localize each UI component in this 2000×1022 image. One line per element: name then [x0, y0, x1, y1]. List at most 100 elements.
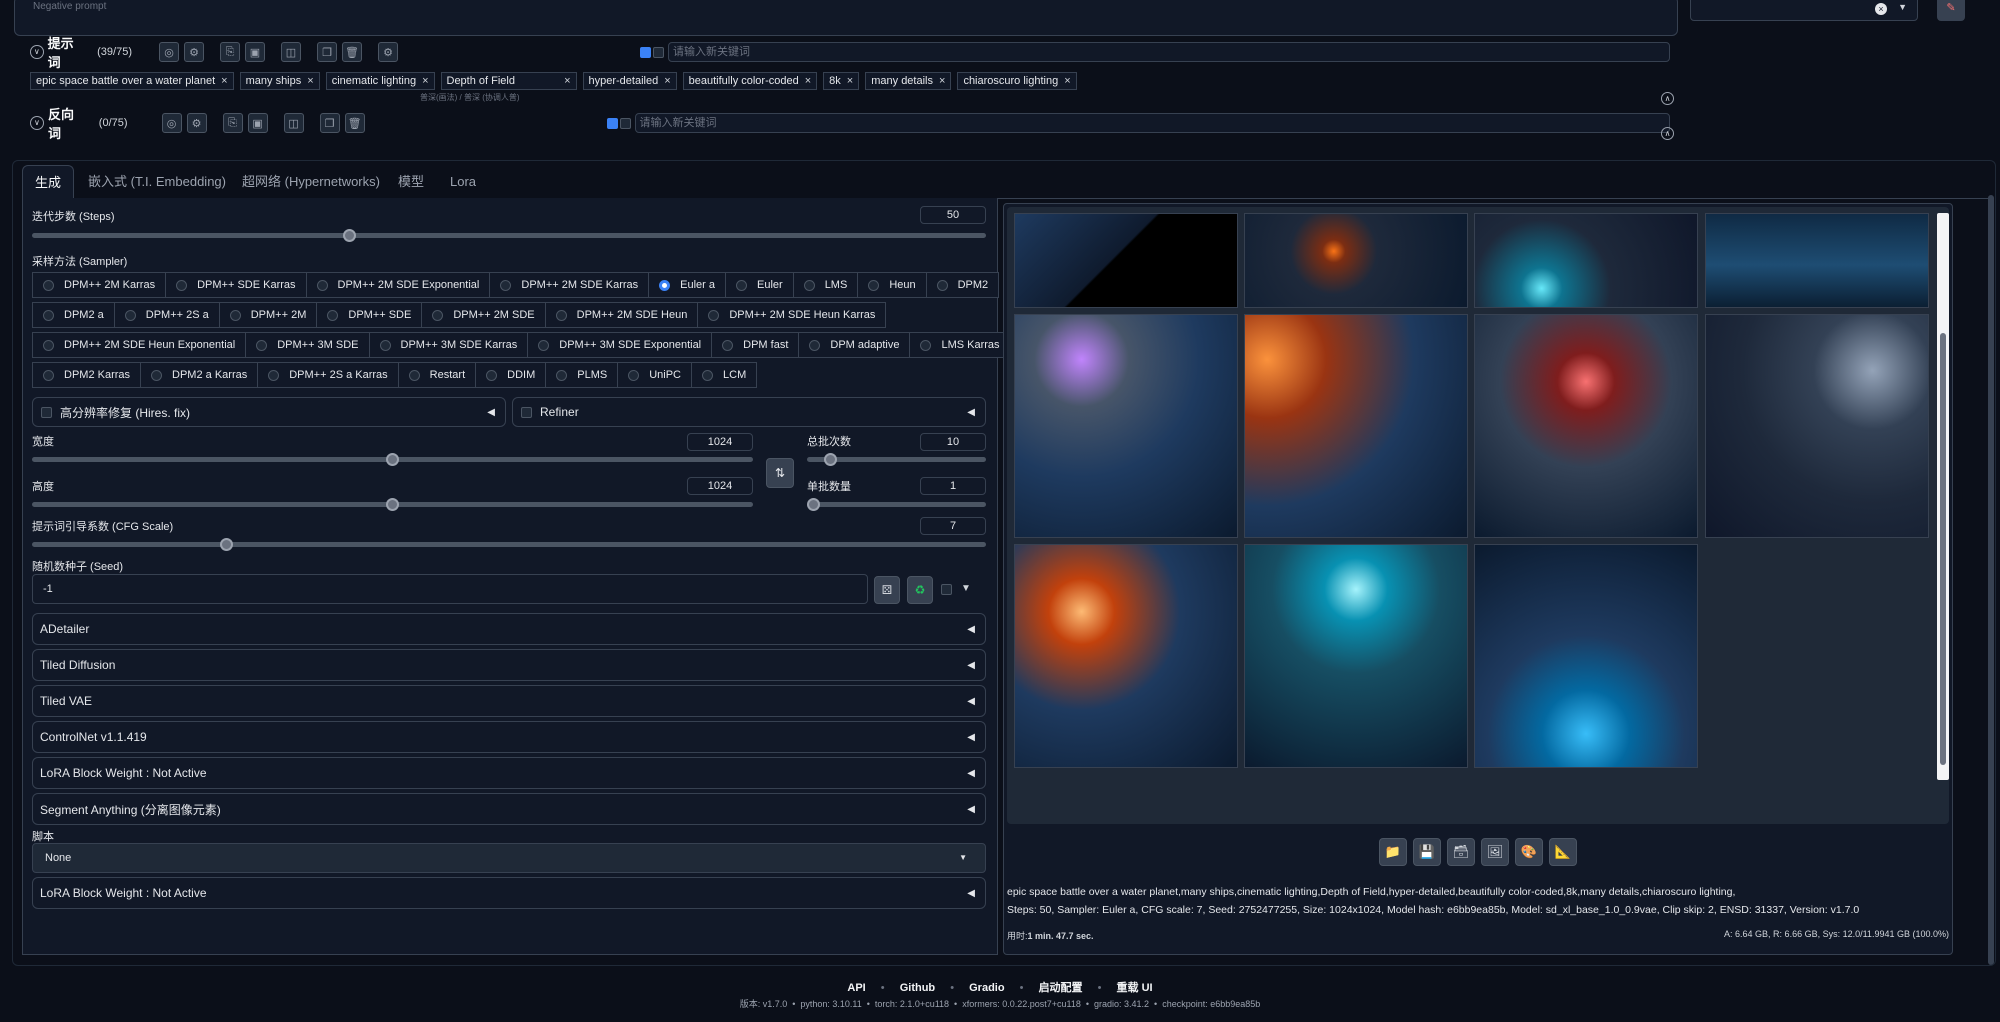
refiner-accordion[interactable]: Refiner ◀ [512, 397, 986, 427]
scroll-up-icon[interactable]: ∧ [1661, 92, 1674, 105]
sampler-option[interactable]: DPM++ 2S a Karras [257, 362, 399, 388]
cfg-input[interactable]: 7 [920, 517, 986, 535]
gallery-image[interactable] [1244, 213, 1468, 308]
accordion-tiled-vae[interactable]: Tiled VAE ◀ [32, 685, 986, 717]
gallery-image[interactable] [1474, 544, 1698, 768]
gallery-grid-image[interactable] [1014, 213, 1238, 308]
footer-link-startup-config[interactable]: 启动配置 [1039, 982, 1083, 994]
scroll-up-icon[interactable]: ∧ [1661, 127, 1674, 140]
tag-item[interactable]: many ships × [239, 72, 320, 90]
remove-tag-icon[interactable]: × [221, 75, 227, 87]
radio-dot[interactable] [327, 309, 339, 321]
trash-icon[interactable]: 🗑 [344, 113, 365, 133]
radio-dot[interactable] [176, 279, 188, 291]
sampler-option[interactable]: DPM++ 3M SDE [245, 332, 370, 358]
negative-prompt-textarea[interactable]: Negative prompt [14, 0, 1678, 36]
radio-dot[interactable] [702, 369, 714, 381]
radio-dot[interactable] [708, 309, 720, 321]
accordion-lora-block-weight[interactable]: LoRA Block Weight : Not Active ◀ [32, 757, 986, 789]
hires-fix-checkbox[interactable] [41, 406, 52, 418]
settings-icon[interactable]: ⚙ [184, 42, 204, 62]
open-folder-button[interactable]: 📁 [1379, 838, 1407, 866]
sampler-option[interactable]: Euler [725, 272, 794, 298]
trash-icon[interactable]: 🗑 [342, 42, 362, 62]
slider-thumb[interactable] [823, 453, 837, 466]
radio-dot[interactable] [229, 309, 241, 321]
sampler-option[interactable]: Euler a [648, 272, 726, 298]
radio-dot[interactable] [151, 369, 163, 381]
radio-dot[interactable] [556, 369, 568, 381]
keyword-enable-checkbox[interactable] [640, 46, 651, 58]
footer-link-github[interactable]: Github [900, 982, 935, 994]
width-input[interactable]: 1024 [687, 433, 753, 451]
gallery-image[interactable] [1474, 314, 1698, 538]
sampler-option[interactable]: DPM2 a Karras [140, 362, 259, 388]
tag-item[interactable]: epic space battle over a water planet × [30, 72, 234, 90]
collapse-icon[interactable]: ∨ [30, 45, 44, 59]
keyword-enable-checkbox[interactable] [606, 117, 618, 129]
batch-count-input[interactable]: 10 [920, 433, 986, 451]
sampler-option[interactable]: Restart [397, 362, 477, 388]
radio-dot[interactable] [500, 279, 512, 291]
footer-link-gradio[interactable]: Gradio [969, 982, 1004, 994]
sampler-option[interactable]: DPM++ 2M SDE Karras [489, 272, 650, 298]
tag-item[interactable]: chiaroscuro lighting × [957, 72, 1077, 90]
radio-dot[interactable] [809, 339, 821, 351]
tab-lora[interactable]: Lora [438, 165, 488, 199]
reuse-seed-button[interactable]: ♻ [907, 576, 933, 604]
sampler-option[interactable]: LCM [691, 362, 758, 388]
tag-item[interactable]: 8k × [823, 72, 860, 90]
prompt-keyword-input[interactable]: 请输入新关键词 [668, 42, 1670, 62]
triangle-left-icon[interactable]: ◀ [487, 407, 495, 418]
radio-dot[interactable] [628, 369, 640, 381]
remove-tag-icon[interactable]: × [564, 75, 570, 87]
sampler-option[interactable]: DPM++ 2S a [113, 302, 220, 328]
radio-dot[interactable] [43, 369, 54, 381]
cfg-slider[interactable] [32, 538, 986, 551]
remove-tag-icon[interactable]: × [805, 75, 811, 87]
sampler-option[interactable]: DPM++ 3M SDE Karras [368, 332, 529, 358]
gallery-image[interactable] [1014, 314, 1238, 538]
tab-generate[interactable]: 生成 [22, 165, 75, 199]
translate-icon[interactable]: ◎ [161, 113, 182, 133]
sampler-option[interactable]: DPM adaptive [798, 332, 911, 358]
seed-input[interactable]: -1 [32, 574, 868, 604]
save-button[interactable]: 💾 [1413, 838, 1441, 866]
sampler-option[interactable]: DPM++ 3M SDE Exponential [527, 332, 713, 358]
triangle-left-icon[interactable]: ◀ [967, 407, 975, 418]
radio-dot[interactable] [920, 339, 932, 351]
batch-size-slider[interactable] [807, 498, 986, 511]
bookmark-icon[interactable]: ▣ [245, 42, 265, 62]
tab-hypernetworks[interactable]: 超网络 (Hypernetworks) [230, 165, 392, 199]
keyword-mode-checkbox[interactable] [653, 46, 664, 58]
sampler-option[interactable]: DPM++ 2M SDE [421, 302, 546, 328]
bookmark-icon[interactable]: ▣ [247, 113, 268, 133]
keyword-mode-checkbox[interactable] [619, 117, 631, 129]
slider-thumb[interactable] [342, 229, 356, 242]
send-to-extras-button[interactable]: 📐 [1549, 838, 1577, 866]
tag-item[interactable]: many details × [865, 72, 952, 90]
tag-item[interactable]: cinematic lighting × [325, 72, 435, 90]
sampler-option[interactable]: DPM++ 2M SDE Heun Exponential [32, 332, 247, 358]
radio-dot[interactable] [408, 369, 420, 381]
sampler-option[interactable]: DPM++ 2M SDE Heun Karras [697, 302, 887, 328]
remove-tag-icon[interactable]: × [847, 75, 853, 87]
copy-icon[interactable]: ❐ [319, 113, 340, 133]
sampler-option[interactable]: Heun [857, 272, 927, 298]
sampler-option[interactable]: DPM2 [925, 272, 1000, 298]
style-edit-button[interactable]: ✎ [1937, 0, 1965, 21]
gear-icon[interactable]: ⚙ [378, 42, 398, 62]
gallery-image[interactable] [1244, 314, 1468, 538]
steps-slider[interactable] [32, 229, 986, 242]
send-to-inpaint-button[interactable]: 🎨 [1515, 838, 1543, 866]
radio-dot[interactable] [538, 339, 550, 351]
radio-dot[interactable] [722, 339, 734, 351]
accordion-segment-anything[interactable]: Segment Anything (分离图像元素) ◀ [32, 793, 986, 825]
swap-dimensions-button[interactable]: ⇅ [766, 458, 794, 488]
slider-thumb[interactable] [807, 498, 820, 511]
sampler-option[interactable]: DPM++ 2M Karras [32, 272, 167, 298]
sampler-option[interactable]: DPM fast [711, 332, 800, 358]
sampler-option[interactable]: LMS Karras [909, 332, 1011, 358]
accordion-lora-block-weight-bottom[interactable]: LoRA Block Weight : Not Active ◀ [32, 877, 986, 909]
tag-item[interactable]: hyper-detailed × [582, 72, 677, 90]
